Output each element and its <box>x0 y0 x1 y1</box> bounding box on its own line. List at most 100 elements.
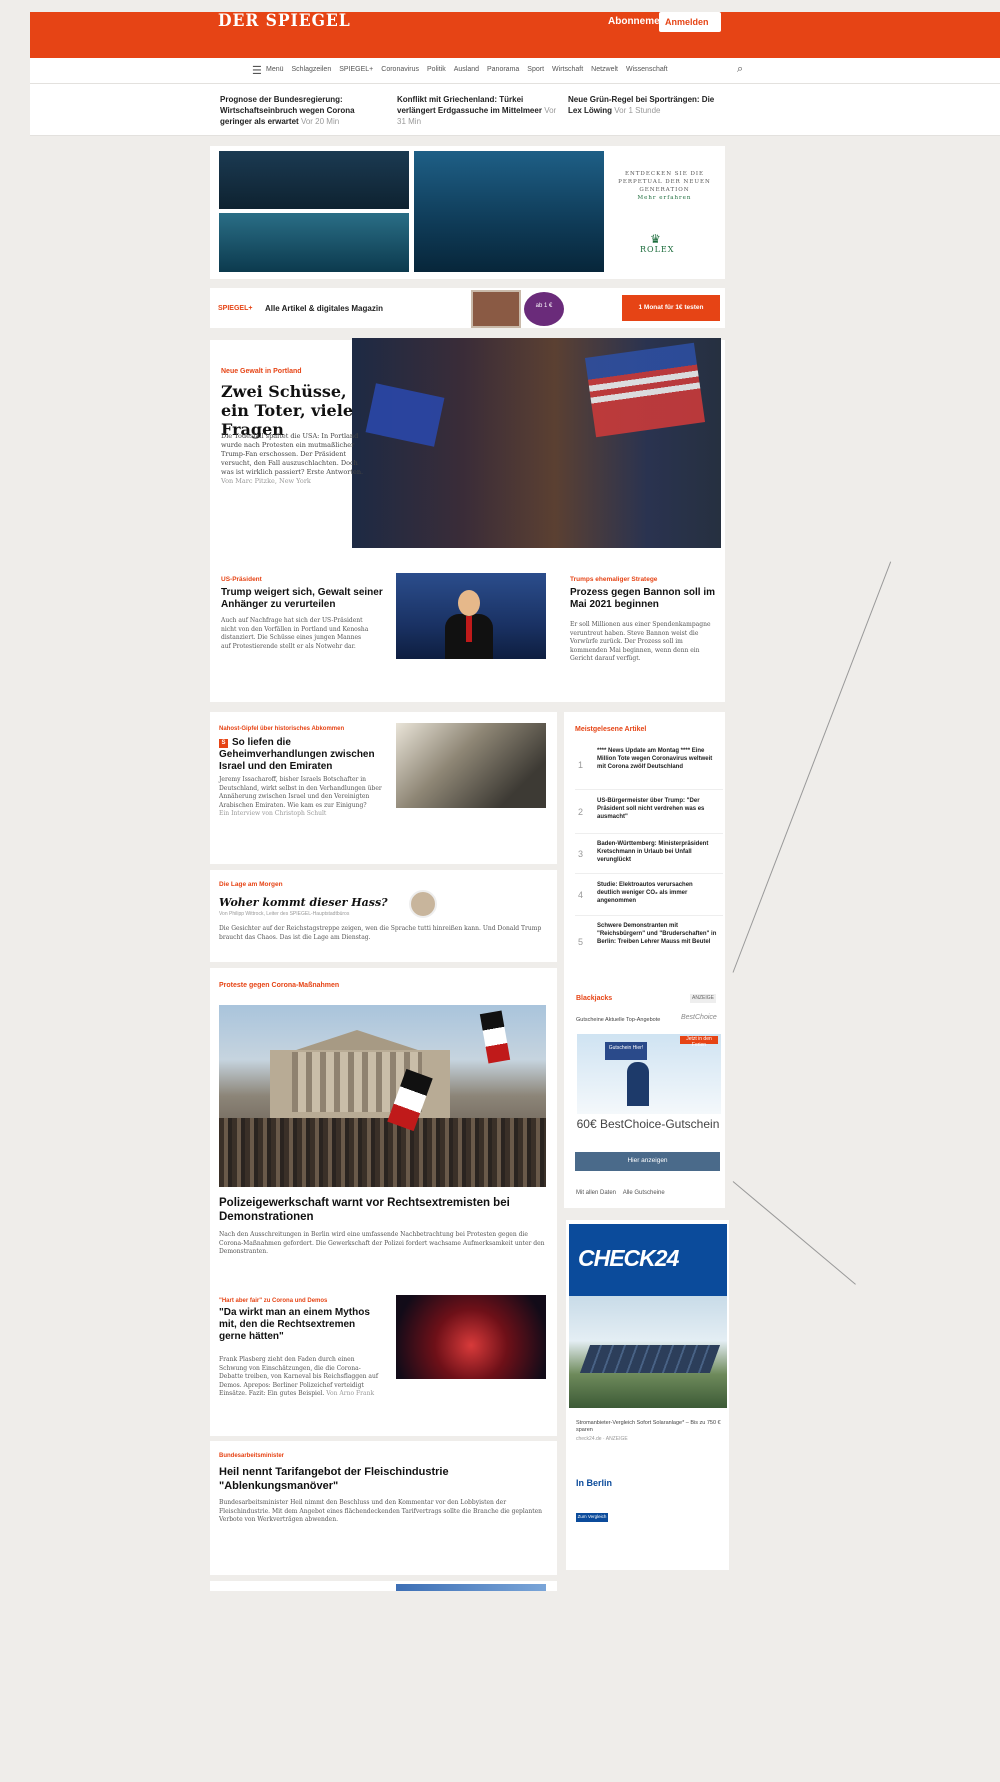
check24-city: In Berlin <box>576 1478 613 1488</box>
bestchoice-shop: BestChoice <box>681 1014 717 1021</box>
lead-meta: Von Marc Pitzke, New York <box>221 477 311 485</box>
nav-item[interactable]: SPIEGEL+ <box>339 66 373 73</box>
magazine-cover <box>471 290 521 328</box>
article-title[interactable]: Heil nennt Tarifangebot der Fleischindus… <box>219 1465 519 1493</box>
nav-item[interactable]: Ausland <box>454 66 479 73</box>
ranked-article[interactable]: **** News Update am Montag **** Eine Mil… <box>597 747 717 771</box>
bestchoice-offer: 60€ BestChoice-Gutschein <box>576 1117 720 1131</box>
search-icon[interactable]: ⌕ <box>737 63 743 76</box>
login-button[interactable]: Anmelden <box>659 12 721 32</box>
promo-button[interactable]: 1 Monat für 1€ testen <box>622 295 720 321</box>
ranked-article[interactable]: Baden-Württemberg: Ministerpräsident Kre… <box>597 840 717 864</box>
article-kicker: Bundesarbeitsminister <box>219 1453 285 1459</box>
article-teaser: Frank Plasberg zieht den Faden durch ein… <box>219 1356 384 1399</box>
ad-image <box>219 151 409 209</box>
lage-title[interactable]: Woher kommt dieser Hass? <box>219 896 388 909</box>
article-title[interactable]: Trump weigert sich, Gewalt seiner Anhäng… <box>221 587 386 611</box>
bestchoice-link[interactable]: Mit allen Daten <box>576 1190 616 1196</box>
ticker-item[interactable]: Neue Grün-Regel bei Sporträngen: Die Lex… <box>568 94 728 116</box>
solar-panel-graphic <box>579 1345 721 1373</box>
nav-item[interactable]: Politik <box>427 66 446 73</box>
article-kicker: "Hart aber fair" zu Corona und Demos <box>219 1298 328 1304</box>
spiegel-logo[interactable]: DER SPIEGEL <box>218 11 351 31</box>
divider <box>575 833 723 834</box>
rank-number: 2 <box>578 807 584 817</box>
article-teaser: Nach den Ausschreitungen in Berlin wird … <box>219 1231 545 1255</box>
main-nav: ☰ Menü Schlagzeilen SPIEGEL+ Coronavirus… <box>30 58 1000 84</box>
meistgelesen-title: Meistgelesene Artikel <box>575 726 647 733</box>
rolex-logo: ROLEX <box>640 245 675 254</box>
bestchoice-button[interactable]: Hier anzeigen <box>575 1152 720 1171</box>
article-image[interactable] <box>396 1584 546 1591</box>
nav-item[interactable]: Netzwelt <box>591 66 618 73</box>
menu-icon[interactable]: ☰ <box>252 64 262 77</box>
bestchoice-figure <box>627 1062 649 1106</box>
nav-item[interactable]: Panorama <box>487 66 519 73</box>
rolex-more[interactable]: Mehr erfahren <box>638 195 692 201</box>
article-meta: Ein Interview von Christoph Schult <box>219 810 327 817</box>
rank-number: 5 <box>578 937 584 947</box>
nav-item[interactable]: Sport <box>527 66 544 73</box>
image-crowd <box>219 1118 546 1187</box>
article-meta: Von Arno Frank <box>326 1390 375 1397</box>
article-teaser: Auch auf Nachfrage hat sich der US-Präsi… <box>221 617 369 650</box>
article-teaser: Bundesarbeitsminister Heil nimmt den Bes… <box>219 1499 543 1523</box>
flag-graphic <box>584 342 706 438</box>
ranked-article[interactable]: US-Bürgermeister über Trump: "Der Präsid… <box>597 797 717 821</box>
article-title[interactable]: Polizeigewerkschaft warnt vor Rechtsextr… <box>219 1196 539 1224</box>
ticker-text: Konflikt mit Griechenland: Türkei verlän… <box>397 95 542 115</box>
ticker-item[interactable]: Konflikt mit Griechenland: Türkei verlän… <box>397 94 557 127</box>
lead-teaser-text: Die Todesfall spaltet die USA: In Portla… <box>221 432 364 476</box>
rank-number: 4 <box>578 890 584 900</box>
promo-brand: SPIEGEL+ <box>218 305 253 312</box>
divider <box>575 873 723 874</box>
check24-source: check24.de · ANZEIGE <box>576 1436 628 1442</box>
article-kicker: Trumps ehemaliger Stratege <box>570 576 658 583</box>
lage-kicker: Die Lage am Morgen <box>219 881 283 888</box>
lage-teaser: Die Gesichter auf der Reichstagstreppe z… <box>219 925 542 941</box>
ranked-article[interactable]: Schwere Demonstranten mit "Reichsbürgern… <box>597 922 717 946</box>
article-title[interactable]: Prozess gegen Bannon soll im Mai 2021 be… <box>570 587 720 611</box>
ranked-article[interactable]: Studie: Elektroautos verursachen deutlic… <box>597 881 717 905</box>
top-bar <box>30 12 1000 58</box>
image-figure <box>458 590 480 616</box>
check24-logo: CHECK24 <box>578 1245 679 1271</box>
article-image[interactable] <box>396 1295 546 1379</box>
ticker-item[interactable]: Prognose der Bundesregierung: Wirtschaft… <box>220 94 380 127</box>
ticker-time: Vor 20 Min <box>300 117 340 126</box>
lage-meta: Von Philipp Wittrock, Leiter des SPIEGEL… <box>219 911 350 917</box>
lead-kicker: Neue Gewalt in Portland <box>221 368 302 375</box>
nav-item[interactable]: Coronavirus <box>381 66 419 73</box>
check24-caption: Stromanbieter-Vergleich Sofort Solaranla… <box>576 1420 721 1433</box>
promo-badge: ab 1 € <box>524 292 564 326</box>
promo-text: Alle Artikel & digitales Magazin <box>265 304 383 313</box>
nav-item[interactable]: Wissenschaft <box>626 66 668 73</box>
lead-title[interactable]: Zwei Schüsse, ein Toter, viele Fragen <box>221 382 371 439</box>
rolex-tagline-text: ENTDECKEN SIE DIE PERPETUAL DER NEUEN GE… <box>618 171 711 193</box>
article-teaser: Jeremy Issacharoff, bisher Israels Botsc… <box>219 776 389 819</box>
ad-image <box>414 151 604 272</box>
rank-number: 1 <box>578 760 584 770</box>
bestchoice-links: Mit allen Daten Alle Gutscheine <box>576 1190 665 1196</box>
lead-teaser: Die Todesfall spaltet die USA: In Portla… <box>221 432 371 486</box>
section-title[interactable]: Proteste gegen Corona-Maßnahmen <box>219 982 339 989</box>
image-figure <box>466 616 472 642</box>
ticker-time: Vor 1 Stunde <box>614 106 661 115</box>
nav-item-menu[interactable]: Menü <box>266 66 284 73</box>
divider <box>575 789 723 790</box>
nav-item[interactable]: Wirtschaft <box>552 66 583 73</box>
bestchoice-tag: Jetzt in den Ferien <box>680 1036 718 1048</box>
rolex-tagline: ENTDECKEN SIE DIE PERPETUAL DER NEUEN GE… <box>612 170 717 202</box>
article-title[interactable]: So liefen die Geheimverhandlungen zwisch… <box>219 737 389 773</box>
crown-icon: ♛ <box>650 232 661 246</box>
bestchoice-sign: Gutschein Hier! <box>605 1042 647 1060</box>
annotation-line <box>732 561 892 973</box>
article-teaser: Er soll Millionen aus einer Spendenkampa… <box>570 621 711 662</box>
article-image[interactable] <box>396 723 546 808</box>
bestchoice-label: Gutscheine Aktuelle Top-Angebote <box>576 1017 661 1023</box>
sidebar <box>564 712 725 1208</box>
nav-item[interactable]: Schlagzeilen <box>292 66 332 73</box>
check24-button[interactable]: Zum Vergleich <box>576 1513 608 1522</box>
bestchoice-link[interactable]: Alle Gutscheine <box>623 1190 665 1196</box>
article-title[interactable]: "Da wirkt man an einem Mythos mit, den d… <box>219 1307 384 1343</box>
